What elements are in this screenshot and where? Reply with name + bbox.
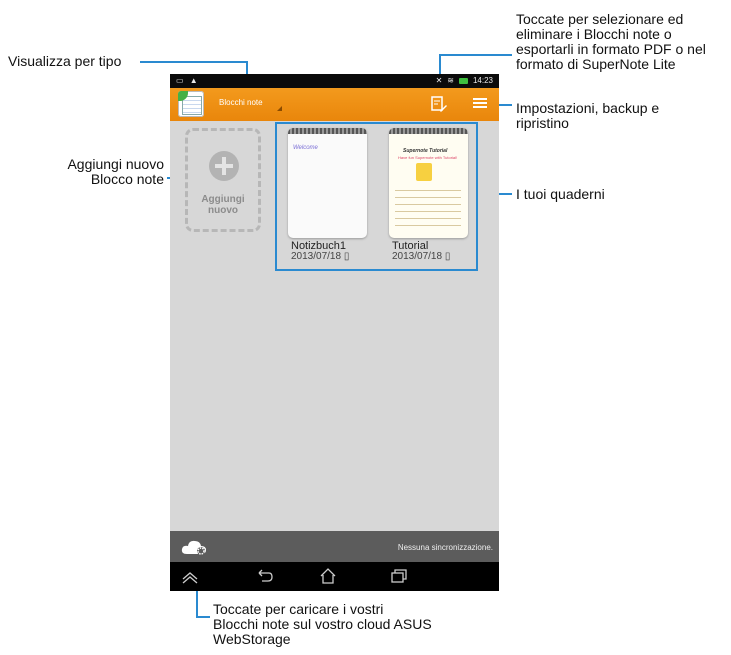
sync-bar: Nessuna sincronizzazione. [170, 531, 499, 562]
notebook-date: 2013/07/18 ▯ [392, 251, 451, 262]
navigation-bar [170, 562, 499, 591]
notebook-cover-title: Supernote Tutorial [403, 148, 448, 154]
nav-home-button[interactable] [318, 567, 338, 585]
callout-select-notebooks: Toccate per selezionare ed eliminare i B… [516, 12, 706, 72]
callout-your-notebooks: I tuoi quaderni [516, 186, 605, 202]
select-notebooks-button[interactable] [430, 95, 448, 113]
menu-icon-bar [473, 98, 487, 100]
sync-status: Nessuna sincronizzazione. [397, 543, 493, 552]
notebook-date: 2013/07/18 ▯ [291, 251, 350, 262]
action-bar: Blocchi note [170, 88, 499, 121]
recent-apps-icon [391, 569, 407, 583]
supernote-app-icon[interactable] [178, 91, 204, 117]
view-type-label: Blocchi note [219, 98, 263, 107]
leader-line-upload [196, 616, 210, 618]
callout-select-line: eliminare i Blocchi note o [516, 26, 672, 42]
nav-recent-apps-button[interactable] [388, 567, 408, 585]
menu-icon-bar [473, 102, 487, 104]
nav-up-button[interactable] [180, 567, 200, 585]
mute-icon: ✕ [435, 76, 443, 85]
menu-button[interactable] [473, 96, 487, 110]
callout-settings-line: Impostazioni, backup e [516, 100, 660, 116]
notebook-spiral [288, 128, 367, 134]
sticky-note-image [416, 163, 432, 181]
callout-select-line: Toccate per selezionare ed [516, 11, 684, 27]
callout-upload-line: Toccate per caricare i vostri [213, 601, 384, 617]
notebook-lined-area [395, 184, 461, 228]
leader-line-select [440, 54, 512, 56]
callout-select-line: formato di SuperNote Lite [516, 56, 676, 72]
status-icons: ✕ ≋ 14:23 [436, 76, 493, 85]
battery-icon [458, 77, 468, 84]
add-notebook-tile[interactable]: Aggiungi nuovo [185, 128, 261, 232]
menu-icon-bar [473, 106, 487, 108]
nav-back-button[interactable] [254, 567, 274, 585]
notebook-spiral [389, 128, 468, 134]
callout-add-line: Aggiungi nuovo [67, 156, 164, 172]
callout-upload-line: WebStorage [213, 631, 291, 647]
add-label-line: nuovo [208, 205, 238, 216]
add-plus-icon [209, 151, 239, 181]
device-screen: ▭ ▲ ✕ ≋ 14:23 Blocchi note Aggiungi nuov… [170, 74, 499, 591]
clock: 14:23 [472, 76, 493, 85]
notebook-card[interactable]: Welcome [288, 128, 367, 238]
callout-upload-cloud: Toccate per caricare i vostri Blocchi no… [213, 602, 432, 647]
callout-add-notebook: Aggiungi nuovo Blocco note [48, 157, 164, 187]
callout-view-by-type: Visualizza per tipo [8, 53, 122, 69]
wifi-icon: ≋ [447, 76, 454, 85]
callout-upload-line: Blocchi note sul vostro cloud ASUS [213, 616, 432, 632]
add-label-line: Aggiungi [201, 194, 245, 205]
back-arrow-icon [258, 569, 273, 582]
notification-icons: ▭ ▲ [176, 76, 200, 85]
callout-select-line: esportarli in formato PDF o nel [516, 41, 706, 57]
edit-select-icon [431, 96, 447, 112]
home-icon [320, 568, 336, 584]
callout-settings-line: ripristino [516, 115, 569, 131]
notebook-card[interactable]: Supernote Tutorial Have fun Supernote wi… [389, 128, 468, 238]
cloud-gear-icon [181, 540, 206, 555]
leader-line-view-type [140, 61, 247, 63]
status-bar: ▭ ▲ ✕ ≋ 14:23 [170, 74, 499, 88]
notebook-cover-subtitle: Have fun Supernote with Tutorial! [398, 155, 458, 160]
view-type-dropdown[interactable]: Blocchi note [219, 98, 282, 111]
callout-settings: Impostazioni, backup e ripristino [516, 101, 659, 131]
notebook-cover-text: Welcome [293, 145, 318, 151]
chevron-up-icon [182, 572, 198, 584]
add-notebook-label: Aggiungi nuovo [188, 194, 258, 216]
cloud-upload-button[interactable] [180, 537, 210, 557]
callout-add-line: Blocco note [90, 171, 164, 187]
dropdown-triangle-icon [277, 106, 282, 111]
